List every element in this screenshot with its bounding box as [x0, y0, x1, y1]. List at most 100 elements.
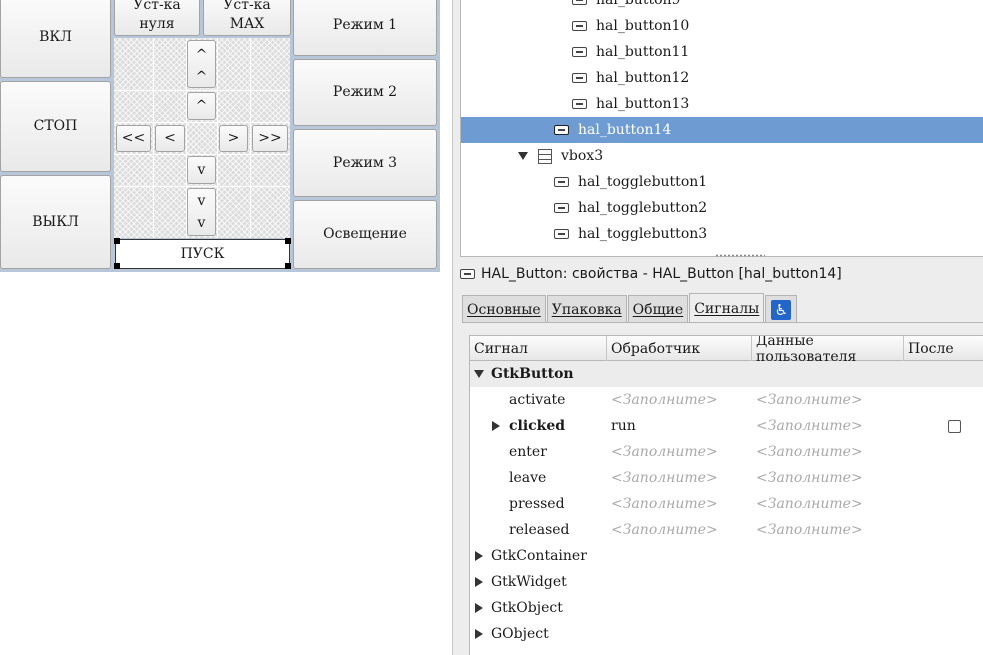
tab-general[interactable]: Основные — [462, 295, 546, 323]
selection-handle[interactable] — [114, 263, 120, 269]
tree-item[interactable]: hal_togglebutton2 — [461, 195, 983, 221]
expander-right-icon[interactable] — [475, 543, 483, 569]
signal-row[interactable]: released <Заполните> <Заполните> — [470, 517, 983, 543]
selection-handle[interactable] — [114, 238, 120, 244]
signal-row[interactable]: pressed <Заполните> <Заполните> — [470, 491, 983, 517]
accessibility-icon: ♿ — [771, 299, 792, 320]
properties-title: HAL_Button: свойства - HAL_Button [hal_b… — [460, 264, 842, 284]
double-right-button[interactable]: >> — [252, 125, 288, 152]
signal-group-name: GtkContainer — [491, 548, 587, 564]
grid-line — [153, 38, 154, 238]
double-left-button[interactable]: << — [116, 125, 151, 152]
expander-right-icon[interactable] — [492, 413, 500, 439]
double-up-button[interactable]: ^ ^ — [187, 40, 216, 88]
column-handler[interactable]: Обработчик — [607, 336, 752, 361]
handler-cell[interactable]: run — [611, 413, 636, 439]
zero-setup-button[interactable]: Уст-ка нуля — [114, 0, 200, 36]
expander-right-icon[interactable] — [475, 621, 483, 647]
signals-table[interactable]: Сигнал Обработчик Данные пользователя По… — [469, 335, 983, 655]
signal-group-row[interactable]: GtkWidget — [470, 569, 983, 595]
signal-group-row[interactable]: GtkContainer — [470, 543, 983, 569]
button-widget-icon — [554, 125, 569, 135]
up-button[interactable]: ^ — [187, 92, 216, 120]
user-data-cell[interactable]: <Заполните> — [756, 465, 863, 491]
down-button[interactable]: v — [187, 156, 216, 184]
mode2-button[interactable]: Режим 2 — [293, 59, 437, 126]
signal-row[interactable]: leave <Заполните> <Заполните> — [470, 465, 983, 491]
tab-accessibility[interactable]: ♿ — [765, 295, 798, 323]
tree-item-label: hal_button11 — [596, 44, 690, 60]
tree-item[interactable]: hal_togglebutton3 — [461, 221, 983, 247]
signal-row[interactable]: enter <Заполните> <Заполните> — [470, 439, 983, 465]
user-data-cell[interactable]: <Заполните> — [756, 413, 863, 439]
button-widget-icon — [572, 99, 587, 109]
tree-item[interactable]: hal_togglebutton1 — [461, 169, 983, 195]
button-widget-icon — [572, 21, 587, 31]
signal-name: clicked — [509, 418, 566, 434]
widget-tree[interactable]: hal_button9 hal_button10 hal_button11 ha… — [460, 0, 983, 257]
tab-common[interactable]: Общие — [627, 295, 689, 323]
selection-handle[interactable] — [285, 263, 291, 269]
after-checkbox[interactable] — [948, 413, 961, 439]
column-after[interactable]: После — [904, 336, 983, 361]
column-user-data[interactable]: Данные пользователя — [752, 336, 904, 365]
off-button[interactable]: ВЫКЛ — [0, 175, 111, 269]
user-data-cell[interactable]: <Заполните> — [756, 439, 863, 465]
signal-group-name: GtkWidget — [491, 574, 567, 590]
tab-signals[interactable]: Сигналы — [689, 293, 765, 323]
signal-group-name: GtkObject — [491, 600, 563, 616]
tab-packing[interactable]: Упаковка — [546, 295, 627, 323]
tree-item[interactable]: hal_button10 — [461, 13, 983, 39]
tree-item-label: hal_togglebutton2 — [578, 200, 708, 216]
mode3-button[interactable]: Режим 3 — [293, 129, 437, 197]
design-canvas[interactable]: ВКЛ СТОП ВЫКЛ Уст-ка нуля Уст-ка MAX ^ ^… — [0, 0, 440, 272]
expander-right-icon[interactable] — [475, 595, 483, 621]
user-data-cell[interactable]: <Заполните> — [756, 517, 863, 543]
user-data-cell[interactable]: <Заполните> — [756, 491, 863, 517]
light-button[interactable]: Освещение — [293, 200, 437, 269]
handler-cell[interactable]: <Заполните> — [611, 439, 718, 465]
signal-group-row[interactable]: GObject — [470, 621, 983, 647]
signal-name: pressed — [509, 496, 565, 512]
tree-item[interactable]: hal_button12 — [461, 65, 983, 91]
user-data-cell[interactable]: <Заполните> — [756, 387, 863, 413]
tree-item-label: hal_togglebutton1 — [578, 174, 708, 190]
tree-item[interactable]: vbox3 — [461, 143, 983, 169]
handler-cell[interactable]: <Заполните> — [611, 387, 718, 413]
pane-resize-handle[interactable] — [715, 254, 765, 257]
selection-handle[interactable] — [285, 238, 291, 244]
start-button[interactable]: ПУСК — [115, 239, 290, 269]
expander-down-icon[interactable] — [474, 361, 484, 387]
expander-down-icon[interactable] — [518, 152, 528, 160]
tree-item-label: hal_button9 — [596, 0, 681, 8]
tree-item[interactable]: hal_button9 — [461, 0, 983, 13]
tree-item-label: vbox3 — [561, 148, 604, 164]
max-setup-button[interactable]: Уст-ка MAX — [203, 0, 291, 36]
grid-line — [250, 38, 251, 238]
column-signal[interactable]: Сигнал — [470, 336, 607, 361]
properties-title-text: HAL_Button: свойства - HAL_Button [hal_b… — [481, 266, 842, 282]
signal-name: activate — [509, 392, 566, 408]
right-button[interactable]: > — [219, 125, 248, 152]
handler-cell[interactable]: <Заполните> — [611, 491, 718, 517]
left-button[interactable]: < — [155, 125, 185, 152]
tree-item-selected[interactable]: hal_button14 — [461, 117, 983, 143]
grid-line — [217, 38, 218, 238]
tree-item[interactable]: hal_button11 — [461, 39, 983, 65]
mode1-button[interactable]: Режим 1 — [293, 0, 437, 56]
signal-name: released — [509, 522, 570, 538]
stop-button[interactable]: СТОП — [0, 81, 111, 172]
signal-group-row[interactable]: GtkButton — [470, 361, 983, 387]
signal-name: enter — [509, 444, 547, 460]
tree-item[interactable]: hal_button13 — [461, 91, 983, 117]
handler-cell[interactable]: <Заполните> — [611, 465, 718, 491]
signal-row[interactable]: clicked run <Заполните> — [470, 413, 983, 439]
toggle-widget-icon — [554, 229, 569, 239]
signal-row[interactable]: activate <Заполните> <Заполните> — [470, 387, 983, 413]
double-down-button[interactable]: v v — [187, 188, 216, 236]
expander-right-icon[interactable] — [475, 569, 483, 595]
grid-line — [114, 186, 290, 187]
signal-group-row[interactable]: GtkObject — [470, 595, 983, 621]
handler-cell[interactable]: <Заполните> — [611, 517, 718, 543]
on-button[interactable]: ВКЛ — [0, 0, 111, 78]
